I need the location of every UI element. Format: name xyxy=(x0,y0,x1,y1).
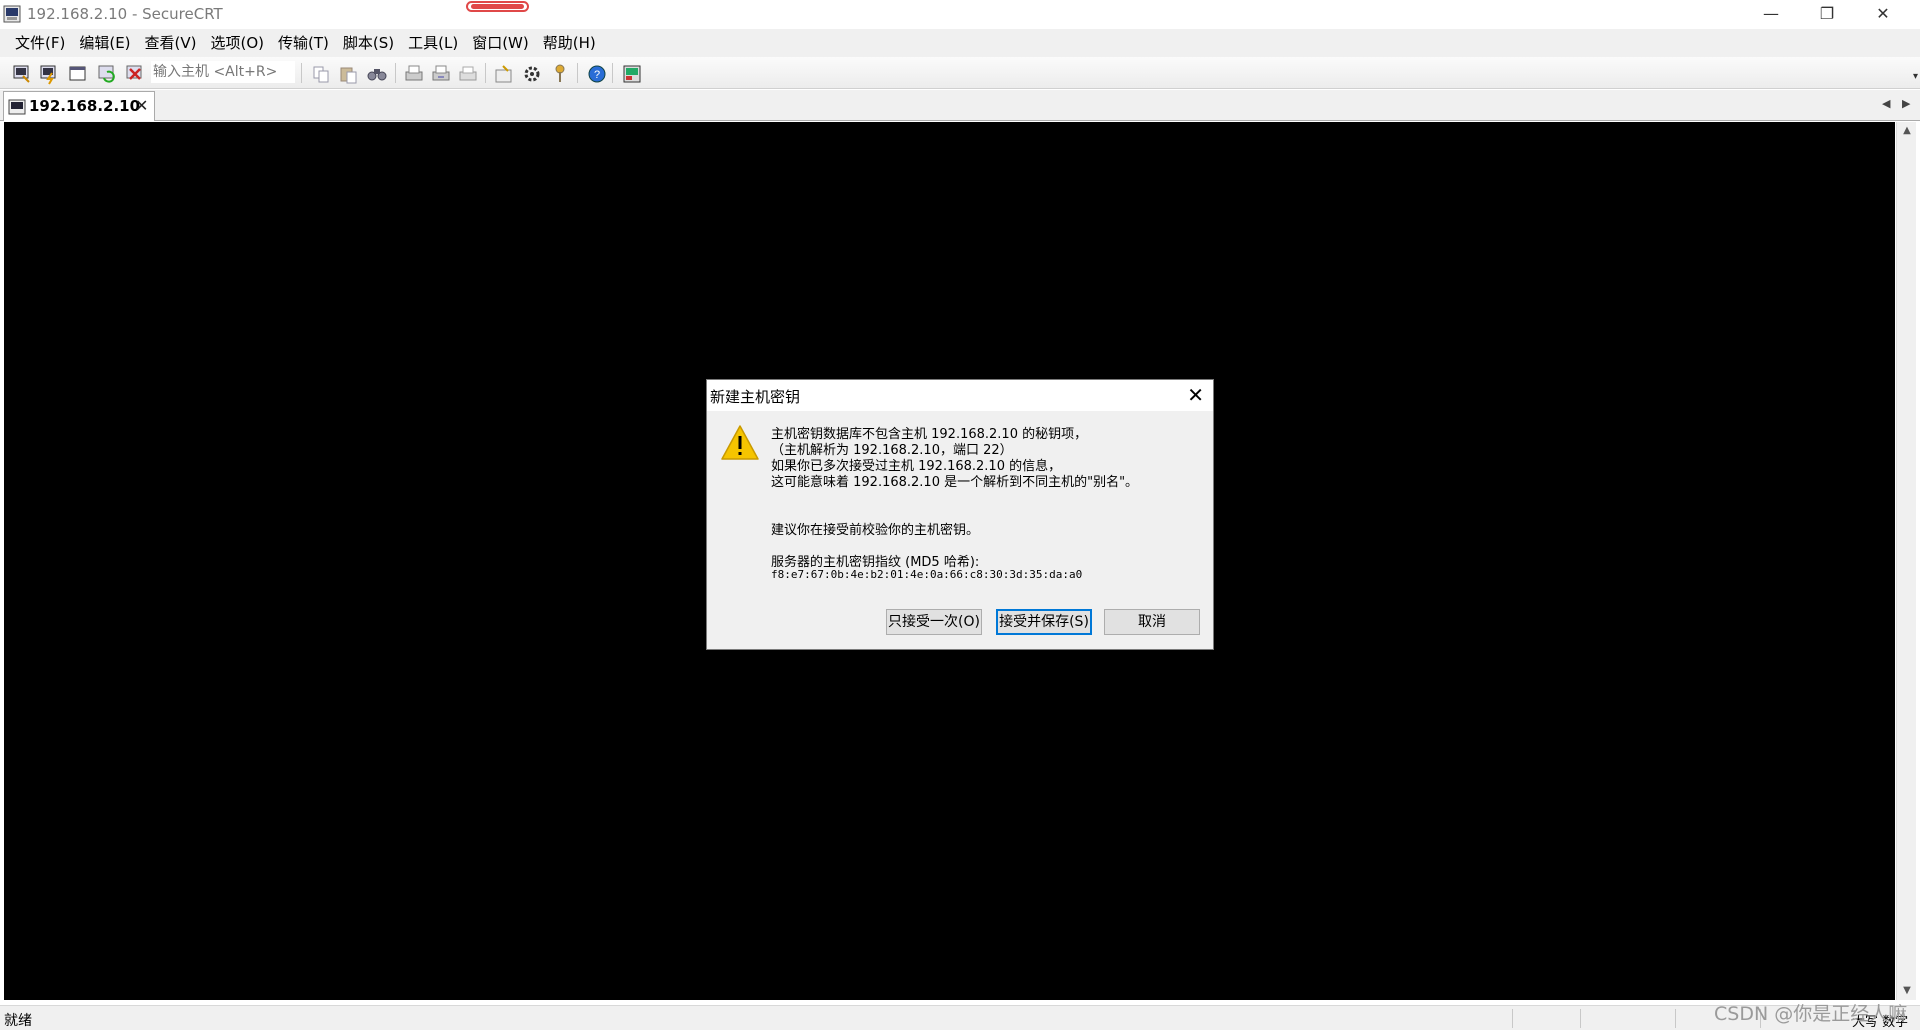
annotation-mark-icon xyxy=(466,1,529,12)
toolbar: 输入主机 <Alt+R> ? ▾ xyxy=(0,57,1920,89)
menu-script[interactable]: 脚本(S) xyxy=(336,29,401,57)
activator-icon[interactable] xyxy=(621,63,643,85)
print-setup-icon[interactable] xyxy=(457,63,479,85)
menu-view[interactable]: 查看(V) xyxy=(138,29,204,57)
print-selection-icon[interactable] xyxy=(430,63,452,85)
scroll-up-icon[interactable]: ▲ xyxy=(1897,122,1917,140)
toolbar-separator xyxy=(577,63,578,83)
svg-text:?: ? xyxy=(594,69,600,81)
paste-icon[interactable] xyxy=(338,63,360,85)
status-text: 就绪 xyxy=(4,1013,32,1029)
accept-once-button[interactable]: 只接受一次(O) xyxy=(886,609,982,635)
watermark: CSDN @你是正经人嘛 xyxy=(1714,1003,1908,1025)
menu-file[interactable]: 文件(F) xyxy=(8,29,72,57)
fingerprint-value: f8:e7:67:0b:4e:b2:01:4e:0a:66:c8:30:3d:3… xyxy=(771,568,1083,581)
session-tab-label: 192.168.2.10 xyxy=(29,97,141,115)
toolbar-separator xyxy=(301,63,302,83)
status-bar: 就绪 大写 数字 xyxy=(0,1005,1920,1030)
menu-bar: 文件(F) 编辑(E) 查看(V) 选项(O) 传输(T) 脚本(S) 工具(L… xyxy=(0,29,1920,57)
quick-connect-icon[interactable] xyxy=(38,63,60,85)
host-input[interactable]: 输入主机 <Alt+R> xyxy=(151,61,295,83)
tab-close-button[interactable]: ✕ xyxy=(135,96,148,115)
terminal-tab-icon xyxy=(8,99,26,115)
warning-icon xyxy=(721,425,759,460)
restore-button[interactable]: ❐ xyxy=(1804,0,1850,29)
dialog-title: 新建主机密钥 xyxy=(710,388,801,406)
dialog-suggestion: 建议你在接受前校验你的主机密钥。 xyxy=(771,523,980,538)
terminal-scrollbar[interactable]: ▲ ▼ xyxy=(1896,122,1916,1000)
cancel-button[interactable]: 取消 xyxy=(1104,609,1200,635)
minimize-button[interactable]: — xyxy=(1748,0,1794,29)
close-window-button[interactable]: ✕ xyxy=(1860,0,1906,29)
new-host-key-dialog: 新建主机密钥 ✕ 主机密钥数据库不包含主机 192.168.2.10 的秘钥项，… xyxy=(706,379,1214,650)
connect-tab-icon[interactable] xyxy=(67,63,89,85)
toolbar-separator xyxy=(612,63,613,83)
connect-icon[interactable] xyxy=(11,63,33,85)
status-separator xyxy=(1580,1009,1581,1028)
disconnect-icon[interactable] xyxy=(124,63,146,85)
menu-window[interactable]: 窗口(W) xyxy=(465,29,536,57)
status-separator xyxy=(1512,1009,1513,1028)
dialog-title-bar: 新建主机密钥 ✕ xyxy=(707,380,1213,411)
menu-help[interactable]: 帮助(H) xyxy=(536,29,603,57)
accept-and-save-button[interactable]: 接受并保存(S) xyxy=(996,609,1092,635)
tab-scroll-right-icon[interactable]: ▶ xyxy=(1902,97,1910,110)
session-tab[interactable]: 192.168.2.10 ✕ xyxy=(3,91,155,121)
global-options-icon[interactable] xyxy=(521,63,543,85)
menu-options[interactable]: 选项(O) xyxy=(204,29,272,57)
session-options-icon[interactable] xyxy=(493,63,515,85)
securecrt-app-icon xyxy=(3,5,21,23)
find-icon[interactable] xyxy=(366,63,388,85)
toolbar-separator xyxy=(395,63,396,83)
toolbar-overflow-icon[interactable]: ▾ xyxy=(1913,71,1918,82)
dialog-message-line: 这可能意味着 192.168.2.10 是一个解析到不同主机的"别名"。 xyxy=(771,475,1139,490)
menu-tools[interactable]: 工具(L) xyxy=(401,29,465,57)
help-icon[interactable]: ? xyxy=(586,63,608,85)
scroll-down-icon[interactable]: ▼ xyxy=(1897,982,1917,1000)
copy-icon[interactable] xyxy=(310,63,332,85)
menu-transfer[interactable]: 传输(T) xyxy=(271,29,336,57)
window-title: 192.168.2.10 - SecureCRT xyxy=(27,5,223,23)
dialog-close-button[interactable]: ✕ xyxy=(1187,383,1204,407)
keymap-icon[interactable] xyxy=(549,63,571,85)
menu-edit[interactable]: 编辑(E) xyxy=(72,29,137,57)
print-icon[interactable] xyxy=(403,63,425,85)
toolbar-separator xyxy=(485,63,486,83)
title-bar: 192.168.2.10 - SecureCRT — ❐ ✕ xyxy=(0,0,1920,29)
reconnect-icon[interactable] xyxy=(96,63,118,85)
tab-scroll-left-icon[interactable]: ◀ xyxy=(1882,97,1890,110)
tab-bar: 192.168.2.10 ✕ ◀ ▶ xyxy=(0,90,1920,121)
status-separator xyxy=(1675,1009,1676,1028)
